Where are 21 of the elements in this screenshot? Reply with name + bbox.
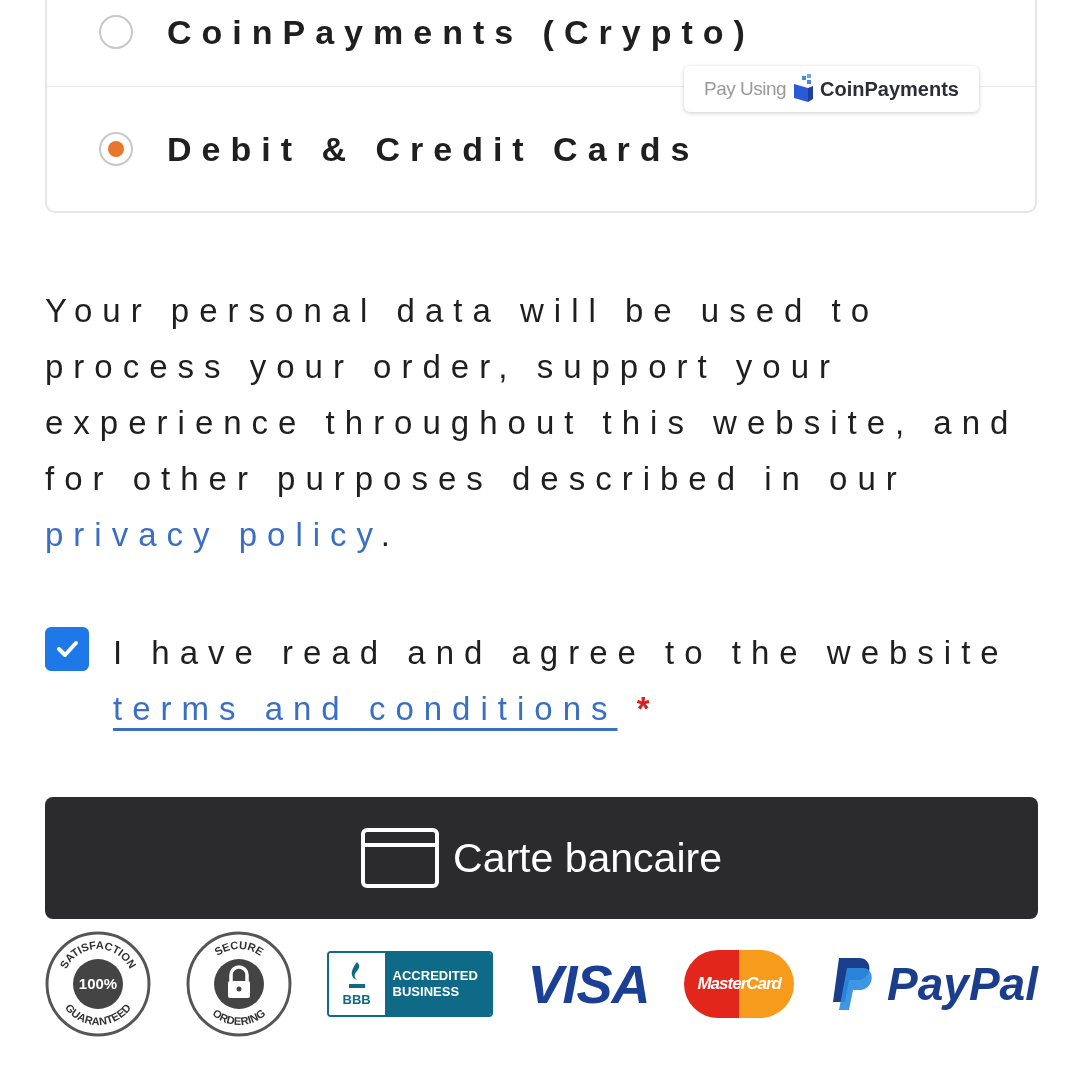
payment-method-label[interactable]: CoinPayments (Crypto) [167, 12, 755, 52]
terms-label: I have read and agree to the website terms and conditions * [113, 633, 1010, 729]
mastercard-logo: MasterCard [684, 950, 795, 1018]
terms-link[interactable]: terms and conditions [113, 690, 618, 727]
wallet-icon [792, 74, 815, 104]
bbb-mark: BBB [342, 991, 371, 1007]
payment-method-label[interactable]: Debit & Credit Cards [167, 129, 700, 169]
radio-button[interactable] [99, 132, 133, 166]
privacy-notice: Your personal data will be used to process your order, support your experience throughout this website, and for other purposes described in our privacy policy. [45, 291, 1020, 555]
seal-badge: SECURE ORDERING [185, 931, 292, 1037]
accreditation-text: ACCREDITED BUSINESS [384, 953, 491, 1015]
visa-logo: VISA [527, 953, 650, 1015]
privacy-policy-link[interactable]: privacy policy [45, 516, 381, 553]
badge-prefix: Pay Using [703, 78, 787, 100]
checkbox[interactable] [45, 627, 89, 671]
radio-button[interactable] [99, 15, 133, 49]
required-mark: * [636, 690, 660, 727]
card-icon [361, 828, 440, 888]
pay-button[interactable]: Carte bancaire [45, 797, 1038, 919]
paypal-logo: PayPal [829, 956, 1038, 1012]
badge-brand: CoinPayments [820, 77, 959, 101]
